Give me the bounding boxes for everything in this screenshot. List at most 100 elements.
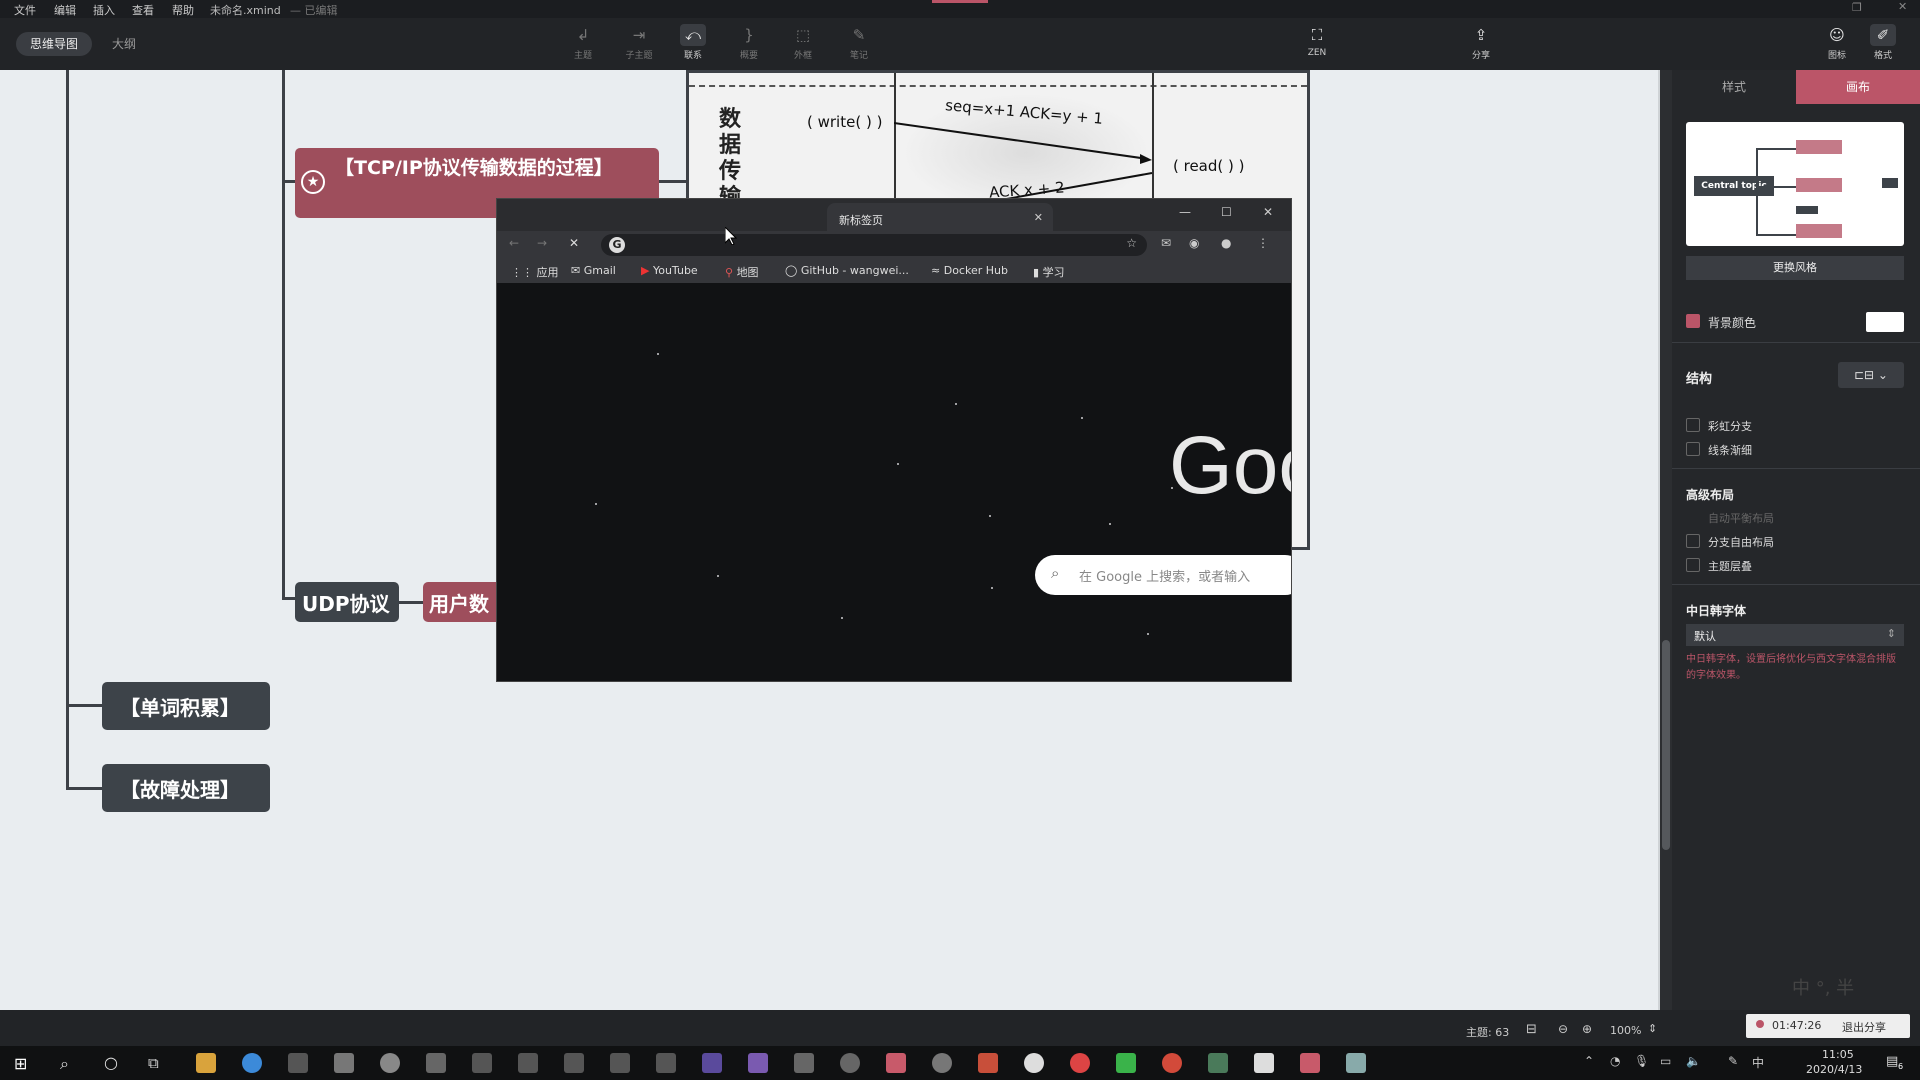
wechat-icon[interactable] <box>1116 1053 1136 1073</box>
search-taskbar-icon[interactable]: ⌕ <box>60 1054 69 1074</box>
back-icon[interactable]: ← <box>509 236 519 250</box>
tray-up-icon[interactable]: ⌃ <box>1584 1054 1594 1068</box>
menu-help[interactable]: 帮助 <box>172 2 194 18</box>
outline-book-icon[interactable]: ⊟ <box>1526 1022 1537 1037</box>
app-icon[interactable] <box>1208 1053 1228 1073</box>
bookmark-gmail[interactable]: ✉ Gmail <box>571 264 616 277</box>
note-button[interactable]: ✎ 笔记 <box>836 24 882 68</box>
cortana-icon[interactable]: ○ <box>104 1053 118 1072</box>
menu-edit[interactable]: 编辑 <box>54 2 76 18</box>
pycharm-icon[interactable] <box>610 1053 630 1073</box>
chrome-menu-icon[interactable]: ⋮ <box>1257 236 1269 250</box>
profile-icon[interactable]: ● <box>1221 236 1231 250</box>
vertical-scrollbar-track[interactable] <box>1660 70 1672 1010</box>
microphone-icon[interactable]: 🎙 <box>1634 1054 1649 1068</box>
vertical-scrollbar-thumb[interactable] <box>1662 640 1670 850</box>
browser-app-icon[interactable] <box>380 1053 400 1073</box>
vscode-icon[interactable] <box>702 1053 722 1073</box>
pen-icon[interactable]: ✎ <box>1728 1054 1738 1068</box>
tab-outline[interactable]: 大纲 <box>98 32 150 56</box>
structure-dropdown[interactable]: ⊏⊟ ⌄ <box>1838 362 1904 388</box>
browser-tab[interactable]: 新标签页 ✕ <box>827 203 1053 231</box>
share-button[interactable]: ⇪ 分享 <box>1458 24 1504 68</box>
close-icon[interactable]: ✕ <box>1898 0 1907 13</box>
volume-icon[interactable]: 🔈 <box>1686 1054 1701 1068</box>
mail-icon[interactable] <box>334 1053 354 1073</box>
bookmark-dockerhub[interactable]: ≈ Docker Hub <box>931 264 1008 277</box>
xmind-icon[interactable] <box>886 1053 906 1073</box>
bookmark-apps[interactable]: ⋮⋮ 应用 <box>511 264 559 280</box>
restore-icon[interactable]: ❐ <box>1852 1 1862 14</box>
exit-share-button[interactable]: 退出分享 <box>1842 1019 1886 1035</box>
format-panel-button[interactable]: ✐ 格式 <box>1860 24 1906 68</box>
icon-panel-button[interactable]: ☺ 图标 <box>1814 24 1860 68</box>
tab-style[interactable]: 样式 <box>1672 70 1796 104</box>
summary-button[interactable]: } 概要 <box>726 24 772 68</box>
app-icon[interactable] <box>1254 1053 1274 1073</box>
bookmark-study[interactable]: ▮ 学习 <box>1033 264 1065 280</box>
boundary-button[interactable]: ⬚ 外框 <box>780 24 826 68</box>
chrome-icon[interactable] <box>242 1053 262 1073</box>
zoom-in-icon[interactable]: ⊕ <box>1582 1022 1592 1036</box>
cjk-font-select[interactable]: 默认 ⇕ <box>1686 624 1904 646</box>
app-icon[interactable] <box>748 1053 768 1073</box>
bookmark-star-icon[interactable]: ☆ <box>1126 236 1137 250</box>
clock-date[interactable]: 2020/4/13 <box>1806 1063 1862 1076</box>
browser-window[interactable]: 新标签页 ✕ — ☐ ✕ ← → ✕ G ☆ ✉ ◉ ● ⋮ ⋮⋮ 应用 ✉ G… <box>496 198 1292 682</box>
tray-icon[interactable]: ◔ <box>1610 1054 1620 1068</box>
notification-icon[interactable]: ▤ <box>1886 1054 1898 1069</box>
topic-udp-child[interactable]: 用户数 <box>423 582 503 622</box>
app-icon[interactable] <box>426 1053 446 1073</box>
bookmark-github[interactable]: ◯ GitHub - wangwei... <box>785 264 909 277</box>
intellij-icon[interactable] <box>518 1053 538 1073</box>
powerpoint-icon[interactable] <box>1162 1053 1182 1073</box>
topic-udp[interactable]: UDP协议 <box>295 582 399 622</box>
app-icon[interactable] <box>1346 1053 1366 1073</box>
line-taper-checkbox[interactable] <box>1686 442 1700 456</box>
minimize-icon[interactable]: — <box>1179 205 1191 219</box>
window-close-icon[interactable]: ✕ <box>1263 205 1273 219</box>
extension-record-icon[interactable]: ◉ <box>1189 236 1199 250</box>
zoom-level[interactable]: 100% <box>1610 1024 1641 1037</box>
address-bar[interactable]: G ☆ <box>601 234 1147 256</box>
change-style-button[interactable]: 更换风格 <box>1686 256 1904 280</box>
google-search-box[interactable]: ⌕ 在 Google 上搜索，或者输入 <box>1035 555 1291 595</box>
app-icon[interactable] <box>794 1053 814 1073</box>
app-icon[interactable] <box>1024 1053 1044 1073</box>
clock-time[interactable]: 11:05 <box>1822 1048 1854 1061</box>
bookmark-maps[interactable]: ⚲ 地图 <box>725 264 759 280</box>
zoom-stepper-icon[interactable]: ⇕ <box>1648 1022 1657 1035</box>
menu-file[interactable]: 文件 <box>14 2 36 18</box>
zen-button[interactable]: ⛶ ZEN <box>1294 24 1340 68</box>
extension-icon[interactable]: ✉ <box>1161 236 1171 250</box>
bg-color-checkbox[interactable] <box>1686 314 1700 328</box>
ime-tray[interactable]: 中 <box>1752 1054 1764 1071</box>
tab-canvas[interactable]: 画布 <box>1796 70 1920 104</box>
file-explorer-icon[interactable] <box>196 1053 216 1073</box>
maximize-icon[interactable]: ☐ <box>1221 205 1232 219</box>
rainbow-branch-checkbox[interactable] <box>1686 418 1700 432</box>
browser-titlebar[interactable]: 新标签页 ✕ — ☐ ✕ <box>497 199 1291 231</box>
windows-start-icon[interactable]: ⊞ <box>14 1054 27 1073</box>
phpstorm-icon[interactable] <box>656 1053 676 1073</box>
topic-button[interactable]: ↲ 主题 <box>560 24 606 68</box>
menu-view[interactable]: 查看 <box>132 2 154 18</box>
style-preview[interactable]: Central topic <box>1686 122 1904 246</box>
datagrip-icon[interactable] <box>472 1053 492 1073</box>
forward-icon[interactable]: → <box>537 236 547 250</box>
zoom-out-icon[interactable]: ⊖ <box>1558 1022 1568 1036</box>
netease-music-icon[interactable] <box>1070 1053 1090 1073</box>
free-layout-checkbox[interactable] <box>1686 534 1700 548</box>
tab-mindmap[interactable]: 思维导图 <box>16 32 93 56</box>
relationship-button[interactable]: ⤺ 联系 <box>670 24 716 68</box>
topic-troubleshooting[interactable]: 【故障处理】 <box>102 764 270 812</box>
tab-close-icon[interactable]: ✕ <box>1034 211 1043 224</box>
app-icon[interactable] <box>932 1053 952 1073</box>
menu-insert[interactable]: 插入 <box>93 2 115 18</box>
subtopic-button[interactable]: ⇥ 子主题 <box>616 24 662 68</box>
network-icon[interactable]: ▭ <box>1660 1054 1671 1068</box>
topic-vocabulary[interactable]: 【单词积累】 <box>102 682 270 730</box>
topic-overlap-checkbox[interactable] <box>1686 558 1700 572</box>
bookmark-youtube[interactable]: ▶ YouTube <box>641 264 698 277</box>
xmind-icon[interactable] <box>1300 1053 1320 1073</box>
